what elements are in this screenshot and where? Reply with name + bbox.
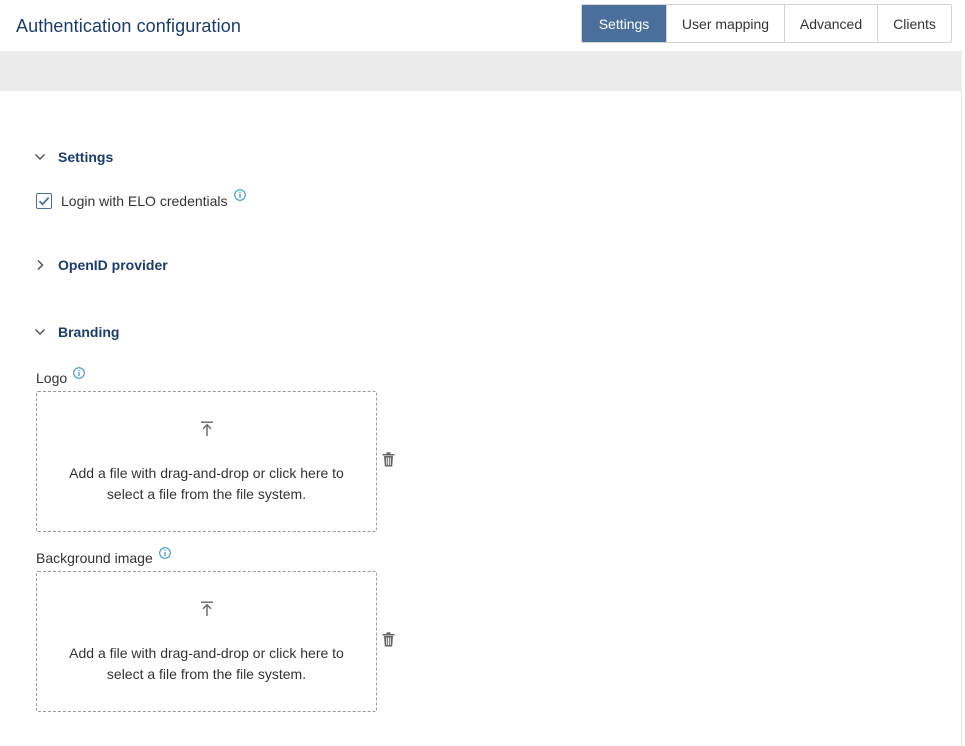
login-elo-checkbox[interactable]	[36, 193, 52, 209]
toolbar-band	[0, 51, 962, 91]
logo-dropzone-line1: Add a file with drag-and-drop or click h…	[69, 465, 344, 481]
page: Authentication configuration Settings Us…	[0, 0, 965, 746]
logo-label: Logo	[36, 370, 68, 386]
section-openid-label: OpenID provider	[58, 257, 168, 273]
trash-icon[interactable]	[382, 632, 395, 652]
background-dropzone-line2: select a file from the file system.	[106, 666, 307, 682]
logo-field-label: Logo	[36, 367, 85, 386]
section-branding-header[interactable]: Branding	[33, 324, 119, 340]
section-settings-header[interactable]: Settings	[33, 149, 113, 165]
background-label: Background image	[36, 550, 153, 566]
chevron-right-icon	[33, 258, 47, 272]
login-elo-label: Login with ELO credentials	[61, 193, 228, 209]
check-icon	[38, 196, 50, 206]
info-icon[interactable]	[73, 366, 85, 382]
trash-icon[interactable]	[382, 452, 395, 472]
logo-dropzone-line2: select a file from the file system.	[106, 486, 307, 502]
background-dropzone-text: Add a file with drag-and-drop or click h…	[37, 643, 376, 685]
page-title: Authentication configuration	[16, 16, 241, 36]
background-dropzone-line1: Add a file with drag-and-drop or click h…	[69, 645, 344, 661]
info-icon[interactable]	[158, 546, 171, 562]
tab-settings[interactable]: Settings	[582, 5, 666, 42]
tab-clients[interactable]: Clients	[877, 5, 951, 42]
chevron-down-icon	[33, 150, 47, 164]
logo-dropzone-text: Add a file with drag-and-drop or click h…	[37, 463, 376, 505]
chevron-down-icon	[33, 325, 47, 339]
background-field-label: Background image	[36, 547, 171, 566]
logo-dropzone[interactable]: Add a file with drag-and-drop or click h…	[36, 391, 377, 532]
upload-icon	[199, 420, 215, 443]
info-icon[interactable]	[233, 188, 246, 206]
tab-advanced[interactable]: Advanced	[784, 5, 877, 42]
background-dropzone[interactable]: Add a file with drag-and-drop or click h…	[36, 571, 377, 712]
tab-bar: Settings User mapping Advanced Clients	[581, 4, 952, 43]
tab-user-mapping[interactable]: User mapping	[666, 5, 784, 42]
upload-icon	[199, 600, 215, 623]
section-openid-header[interactable]: OpenID provider	[33, 257, 168, 273]
header-bar: Authentication configuration Settings Us…	[0, 0, 965, 51]
panel-divider	[961, 91, 962, 746]
section-branding-label: Branding	[58, 324, 120, 340]
login-elo-row: Login with ELO credentials	[36, 189, 246, 210]
section-settings-label: Settings	[58, 149, 114, 165]
